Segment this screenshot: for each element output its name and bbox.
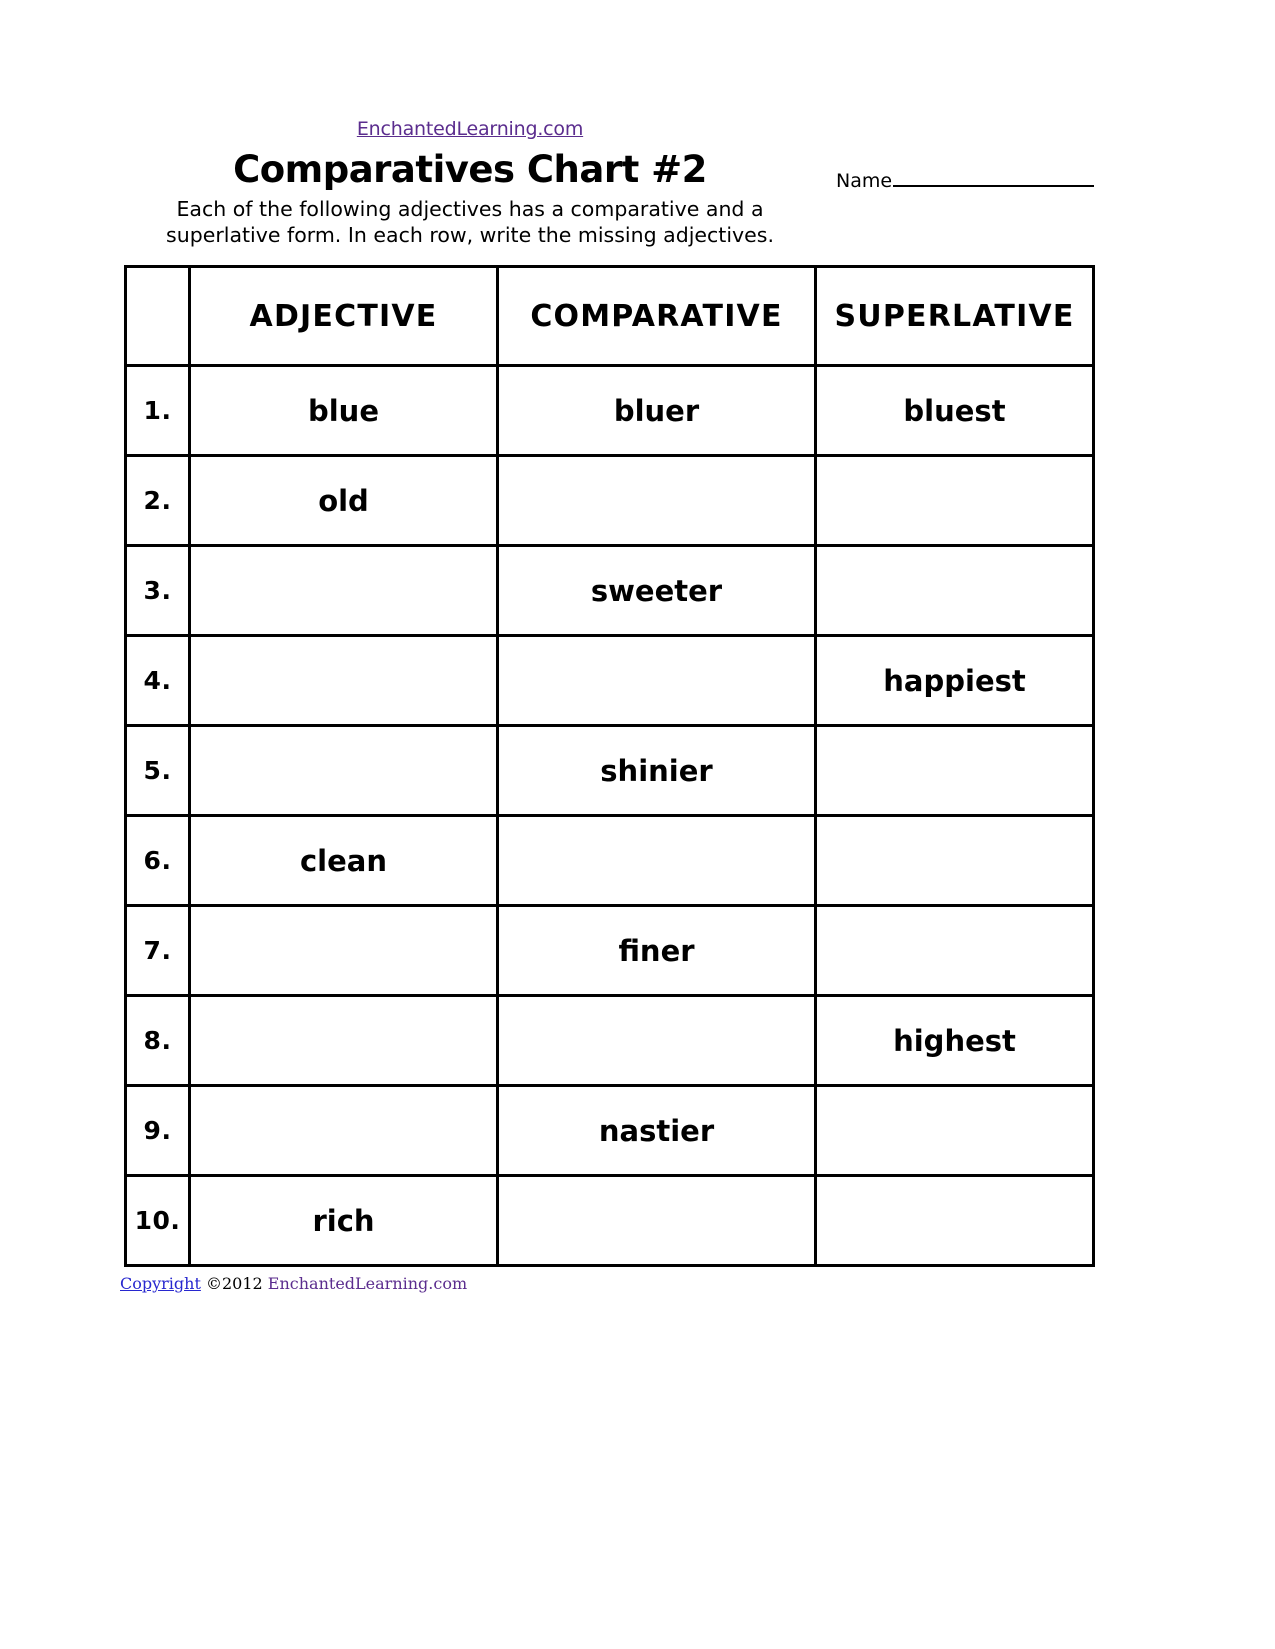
superlative-cell[interactable] xyxy=(814,724,1095,817)
superlative-cell[interactable] xyxy=(814,814,1095,907)
page-title: Comparatives Chart #2 xyxy=(233,148,707,191)
column-header-comparative: COMPARATIVE xyxy=(496,265,817,367)
name-label: Name xyxy=(836,170,893,192)
adjective-cell[interactable] xyxy=(188,1084,499,1177)
table-row: 7. finer xyxy=(124,904,1095,997)
row-number: 5. xyxy=(124,724,191,817)
superlative-cell[interactable]: bluest xyxy=(814,364,1095,457)
comparative-cell[interactable]: shinier xyxy=(496,724,817,817)
copyright-footer: Copyright ©2012 EnchantedLearning.com xyxy=(120,1274,467,1293)
comparative-cell[interactable] xyxy=(496,994,817,1087)
copyright-year: ©2012 xyxy=(200,1274,268,1293)
adjective-cell[interactable] xyxy=(188,634,499,727)
adjective-cell[interactable]: old xyxy=(188,454,499,547)
table-row: 8. highest xyxy=(124,994,1095,1087)
adjective-cell[interactable]: rich xyxy=(188,1174,499,1267)
table-row: 6. clean xyxy=(124,814,1095,907)
superlative-cell[interactable]: highest xyxy=(814,994,1095,1087)
row-number: 3. xyxy=(124,544,191,637)
superlative-cell[interactable]: happiest xyxy=(814,634,1095,727)
comparative-cell[interactable]: nastier xyxy=(496,1084,817,1177)
superlative-cell[interactable] xyxy=(814,904,1095,997)
enchantedlearning-header-link[interactable]: EnchantedLearning.com xyxy=(357,118,584,140)
superlative-cell[interactable] xyxy=(814,544,1095,637)
comparative-cell[interactable] xyxy=(496,634,817,727)
adjective-cell[interactable]: blue xyxy=(188,364,499,457)
table-row: 9. nastier xyxy=(124,1084,1095,1177)
table-row: 10. rich xyxy=(124,1174,1095,1267)
row-number: 2. xyxy=(124,454,191,547)
column-header-number xyxy=(124,265,191,367)
table-header-row: ADJECTIVE COMPARATIVE SUPERLATIVE xyxy=(124,265,1095,367)
adjective-cell[interactable] xyxy=(188,724,499,817)
adjective-cell[interactable] xyxy=(188,994,499,1087)
comparative-cell[interactable] xyxy=(496,454,817,547)
copyright-site-name: EnchantedLearning.com xyxy=(267,1274,468,1293)
table-row: 3. sweeter xyxy=(124,544,1095,637)
superlative-cell[interactable] xyxy=(814,1174,1095,1267)
comparative-cell[interactable]: finer xyxy=(496,904,817,997)
comparatives-chart-table: ADJECTIVE COMPARATIVE SUPERLATIVE 1. blue… xyxy=(124,265,1095,1267)
row-number: 9. xyxy=(124,1084,191,1177)
column-header-superlative: SUPERLATIVE xyxy=(814,265,1095,367)
adjective-cell[interactable] xyxy=(188,904,499,997)
comparative-cell[interactable] xyxy=(496,814,817,907)
comparative-cell[interactable]: bluer xyxy=(496,364,817,457)
superlative-cell[interactable] xyxy=(814,454,1095,547)
column-header-adjective: ADJECTIVE xyxy=(188,265,499,367)
table-row: 2. old xyxy=(124,454,1095,547)
name-field: Name xyxy=(836,170,1094,192)
row-number: 8. xyxy=(124,994,191,1087)
table-row: 1. blue bluer bluest xyxy=(124,364,1095,457)
superlative-cell[interactable] xyxy=(814,1084,1095,1177)
row-number: 7. xyxy=(124,904,191,997)
row-number: 1. xyxy=(124,364,191,457)
copyright-link[interactable]: Copyright xyxy=(120,1274,201,1293)
adjective-cell[interactable] xyxy=(188,544,499,637)
comparative-cell[interactable] xyxy=(496,1174,817,1267)
comparative-cell[interactable]: sweeter xyxy=(496,544,817,637)
adjective-cell[interactable]: clean xyxy=(188,814,499,907)
table-row: 5. shinier xyxy=(124,724,1095,817)
row-number: 4. xyxy=(124,634,191,727)
site-link-container: EnchantedLearning.com xyxy=(0,118,940,140)
table-row: 4. happiest xyxy=(124,634,1095,727)
row-number: 6. xyxy=(124,814,191,907)
instructions-text: Each of the following adjectives has a c… xyxy=(166,197,774,247)
row-number: 10. xyxy=(124,1174,191,1267)
name-blank-line[interactable] xyxy=(893,171,1094,187)
